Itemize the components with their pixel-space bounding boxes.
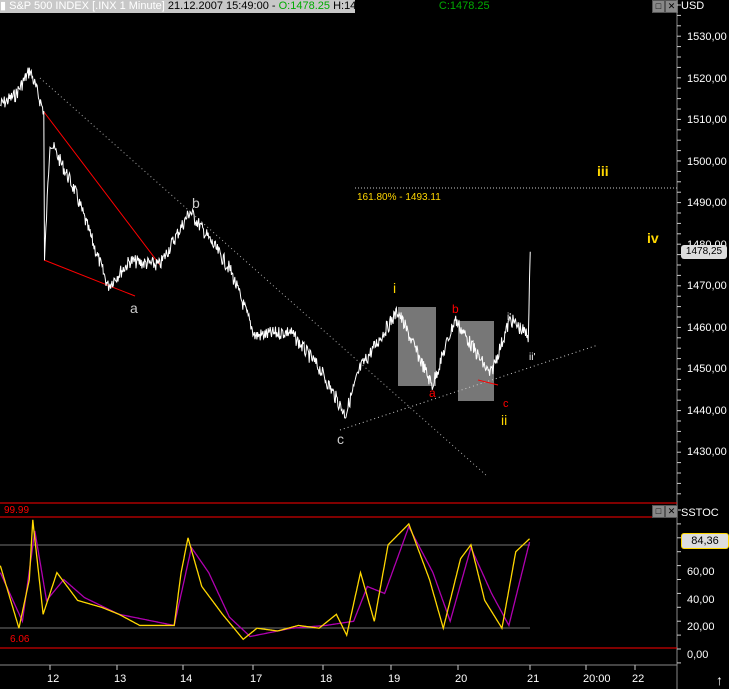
time-tick: 14 (180, 673, 193, 685)
time-tick: 17 (250, 673, 263, 685)
time-tick: 18 (320, 673, 333, 685)
stoch-d-line (0, 525, 531, 638)
wave-label-b-red: b (452, 302, 459, 316)
wedge-line (43, 259, 136, 297)
last-price-tag: 1478,25 (681, 245, 727, 259)
price-tick: 1450,00 (687, 363, 727, 375)
price-tick: 1510,00 (687, 114, 727, 126)
price-tick: 1440,00 (687, 404, 727, 417)
wave-label-c-red: c (503, 398, 509, 410)
time-tick: 22 (632, 673, 645, 685)
wave-label-b: b (192, 195, 200, 211)
time-tick: 19 (388, 673, 401, 685)
wave-label-ii-small: ii' (529, 352, 536, 363)
price-tick: 1500,00 (687, 155, 727, 168)
wave-label-ii: ii (501, 412, 508, 428)
time-tick: 13 (114, 673, 127, 685)
trend-line-dotted (39, 77, 488, 477)
wave-label-i: i (393, 280, 397, 296)
wedge-line (43, 111, 161, 266)
stoch-tick: 60,00 (687, 566, 715, 578)
fib-level-label: 161.80% - 1493.11 (357, 192, 441, 203)
wave-label-i-small: i' (507, 312, 512, 323)
price-tick: 1530,00 (687, 31, 727, 43)
stoch-tick: 40,00 (687, 594, 715, 606)
stoch-last-tag: 84,36 (681, 533, 729, 549)
wave-label-iv: iv (647, 230, 659, 246)
time-tick: 20 (455, 673, 468, 685)
stoch-close-icon[interactable]: ✕ (665, 505, 678, 518)
stoch-title: SSTOC (681, 507, 719, 519)
price-tick: 1470,00 (687, 280, 727, 292)
wave-label-iii: iii (597, 163, 609, 179)
stoch-tick: 0,00 (687, 649, 709, 661)
price-tick: 1490,00 (687, 197, 727, 209)
price-series (0, 67, 531, 419)
stoch-upper-label: 99.99 (4, 505, 30, 516)
stoch-maximize-icon[interactable]: □ (652, 505, 665, 518)
stoch-lower-label: 6.06 (10, 634, 30, 645)
price-tick: 1460,00 (687, 321, 727, 334)
wave-label-a-red: a (429, 386, 436, 400)
chart-canvas[interactable] (0, 0, 729, 689)
time-tick: 21 (527, 673, 540, 685)
scroll-arrow-icon[interactable]: ↑ (716, 672, 723, 688)
time-tick: 20:00 (583, 673, 611, 685)
price-tick: 1430,00 (687, 446, 727, 458)
wave-label-c: c (337, 431, 344, 447)
wave-label-a: a (130, 300, 138, 316)
stoch-tick: 20,00 (687, 621, 715, 633)
time-tick: 12 (47, 673, 60, 685)
price-tick: 1520,00 (687, 72, 727, 85)
